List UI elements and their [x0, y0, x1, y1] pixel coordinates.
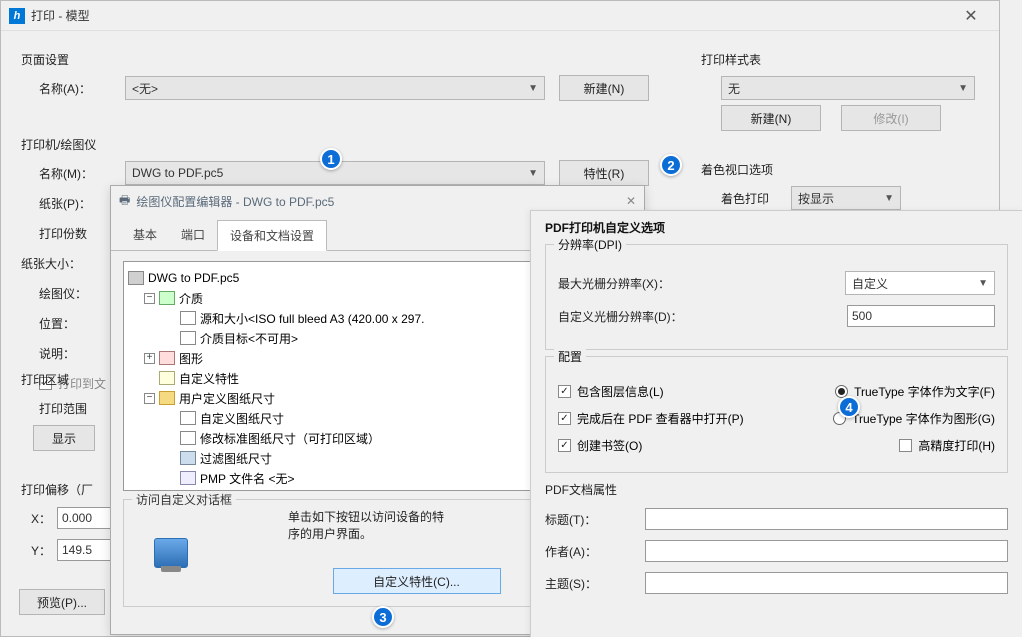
collapse-icon[interactable]: − [144, 293, 155, 304]
dest-icon [180, 331, 196, 345]
tab-basic[interactable]: 基本 [121, 220, 169, 250]
style-table-value: 无 [728, 80, 740, 97]
custom-props-button[interactable]: 自定义特性(C)... [333, 568, 501, 594]
doc-props-legend: PDF文档属性 [545, 481, 1008, 498]
custom-raster-input[interactable]: 500 [847, 305, 995, 327]
style-table-combo[interactable]: 无 ▼ [721, 76, 975, 100]
show-button[interactable]: 显示 [33, 425, 95, 451]
printer-props-button[interactable]: 特性(R) [559, 160, 649, 186]
printer-icon: 🖶 [119, 191, 130, 212]
hi-precision-checkbox[interactable]: 高精度打印(H) [899, 437, 995, 454]
pdf-title: PDF打印机自定义选项 [531, 211, 1022, 238]
close-icon[interactable]: ✕ [951, 6, 991, 26]
page-name-label: 名称(A)： [39, 80, 125, 97]
preview-button[interactable]: 预览(P)... [19, 589, 105, 615]
dpi-legend: 分辨率(DPI) [554, 236, 626, 253]
max-raster-combo[interactable]: 自定义 ▼ [845, 271, 995, 295]
style-new-button[interactable]: 新建(N) [721, 105, 821, 131]
page-setup-new-button[interactable]: 新建(N) [559, 75, 649, 101]
chevron-down-icon: ▼ [528, 83, 538, 94]
shade-plot-combo[interactable]: 按显示 ▼ [791, 186, 901, 210]
titlebar: h 打印 - 模型 ✕ [1, 1, 999, 31]
offset-x-input[interactable]: 0.000 [57, 507, 111, 529]
plotter-illustration-icon [154, 538, 188, 568]
cfg-title: 绘图仪配置编辑器 - DWG to PDF.pc5 [136, 193, 626, 210]
offset-y-input[interactable]: 149.5 [57, 539, 111, 561]
pdf-author-input[interactable] [645, 540, 1008, 562]
config-legend: 配置 [554, 348, 586, 365]
style-modify-button[interactable]: 修改(I) [841, 105, 941, 131]
paper-size-label: 纸张大小： [21, 255, 81, 272]
printer-name-label: 名称(M)： [39, 165, 125, 182]
chevron-down-icon: ▼ [884, 193, 894, 204]
doc-props-group: PDF文档属性 标题(T)： 作者(A)： 主题(S)： [545, 481, 1008, 594]
tt-text-radio[interactable]: TrueType 字体作为文字(F) [835, 383, 995, 400]
plotter-label: 绘图仪： [39, 285, 87, 302]
callout-badge-3: 3 [372, 606, 394, 628]
dpi-group: 分辨率(DPI) 最大光栅分辨率(X)： 自定义 ▼ 自定义光栅分辨率(D)： … [545, 244, 1008, 350]
bookmarks-checkbox[interactable]: ✓创建书签(O) [558, 437, 642, 454]
page-name-combo[interactable]: <无> ▼ [125, 76, 545, 100]
layers-checkbox[interactable]: ✓包含图层信息(L) [558, 383, 664, 400]
open-after-checkbox[interactable]: ✓完成后在 PDF 查看器中打开(P) [558, 410, 744, 427]
pdf-subject-label: 主题(S)： [545, 575, 645, 592]
media-icon [159, 291, 175, 305]
paper-icon [180, 431, 196, 445]
printer-legend: 打印机/绘图仪 [21, 136, 681, 153]
pdf-author-label: 作者(A)： [545, 543, 645, 560]
paper-icon [180, 411, 196, 425]
page-setup-group: 页面设置 名称(A)： <无> ▼ 新建(N) [21, 51, 681, 106]
expand-icon[interactable]: + [144, 353, 155, 364]
pmp-icon [180, 471, 196, 485]
viewport-group: 着色视口选项 着色打印 按显示 ▼ [701, 161, 991, 216]
graphics-icon [159, 351, 175, 365]
max-raster-label: 最大光栅分辨率(X)： [558, 275, 670, 292]
shade-plot-value: 按显示 [798, 190, 834, 207]
folder-icon [159, 391, 175, 405]
collapse-icon[interactable]: − [144, 393, 155, 404]
style-table-group: 打印样式表 无 ▼ 新建(N) 修改(I) [701, 51, 981, 136]
page-setup-legend: 页面设置 [21, 51, 681, 68]
print-area-legend: 打印区域 [21, 371, 121, 388]
location-label: 位置： [39, 315, 75, 332]
custom-props-icon [159, 371, 175, 385]
offset-x-label: X： [31, 510, 57, 527]
filter-icon [180, 451, 196, 465]
plotter-icon [128, 271, 144, 285]
offset-y-label: Y： [31, 542, 57, 559]
page-name-value: <无> [132, 80, 158, 97]
tab-device-doc[interactable]: 设备和文档设置 [217, 220, 327, 251]
viewport-legend: 着色视口选项 [701, 161, 991, 178]
desc-label: 说明： [39, 345, 75, 362]
config-group: 配置 ✓包含图层信息(L) TrueType 字体作为文字(F) ✓完成后在 P… [545, 356, 1008, 473]
pdf-options-dialog: PDF打印机自定义选项 分辨率(DPI) 最大光栅分辨率(X)： 自定义 ▼ 自… [530, 210, 1022, 637]
max-raster-value: 自定义 [852, 275, 888, 292]
print-range-label: 打印范围 [39, 400, 87, 417]
access-legend: 访问自定义对话框 [132, 491, 236, 508]
pdf-title-input[interactable] [645, 508, 1008, 530]
callout-badge-1: 1 [320, 148, 342, 170]
printer-name-value: DWG to PDF.pc5 [132, 166, 223, 180]
custom-raster-label: 自定义光栅分辨率(D)： [558, 308, 683, 325]
paper-label: 纸张(P)： [39, 195, 91, 212]
close-icon[interactable]: ✕ [626, 194, 636, 208]
source-size-icon [180, 311, 196, 325]
chevron-down-icon: ▼ [978, 278, 988, 289]
tab-port[interactable]: 端口 [169, 220, 217, 250]
callout-badge-4: 4 [838, 396, 860, 418]
window-title: 打印 - 模型 [31, 7, 951, 24]
callout-badge-2: 2 [660, 154, 682, 176]
print-area-group: 打印区域 打印范围 显示 [21, 371, 121, 456]
pdf-title-label: 标题(T)： [545, 511, 645, 528]
chevron-down-icon: ▼ [958, 83, 968, 94]
chevron-down-icon: ▼ [528, 168, 538, 179]
copies-label: 打印份数 [39, 225, 87, 242]
app-icon: h [9, 8, 25, 24]
pdf-subject-input[interactable] [645, 572, 1008, 594]
shade-plot-label: 着色打印 [721, 190, 791, 207]
style-table-legend: 打印样式表 [701, 51, 981, 68]
